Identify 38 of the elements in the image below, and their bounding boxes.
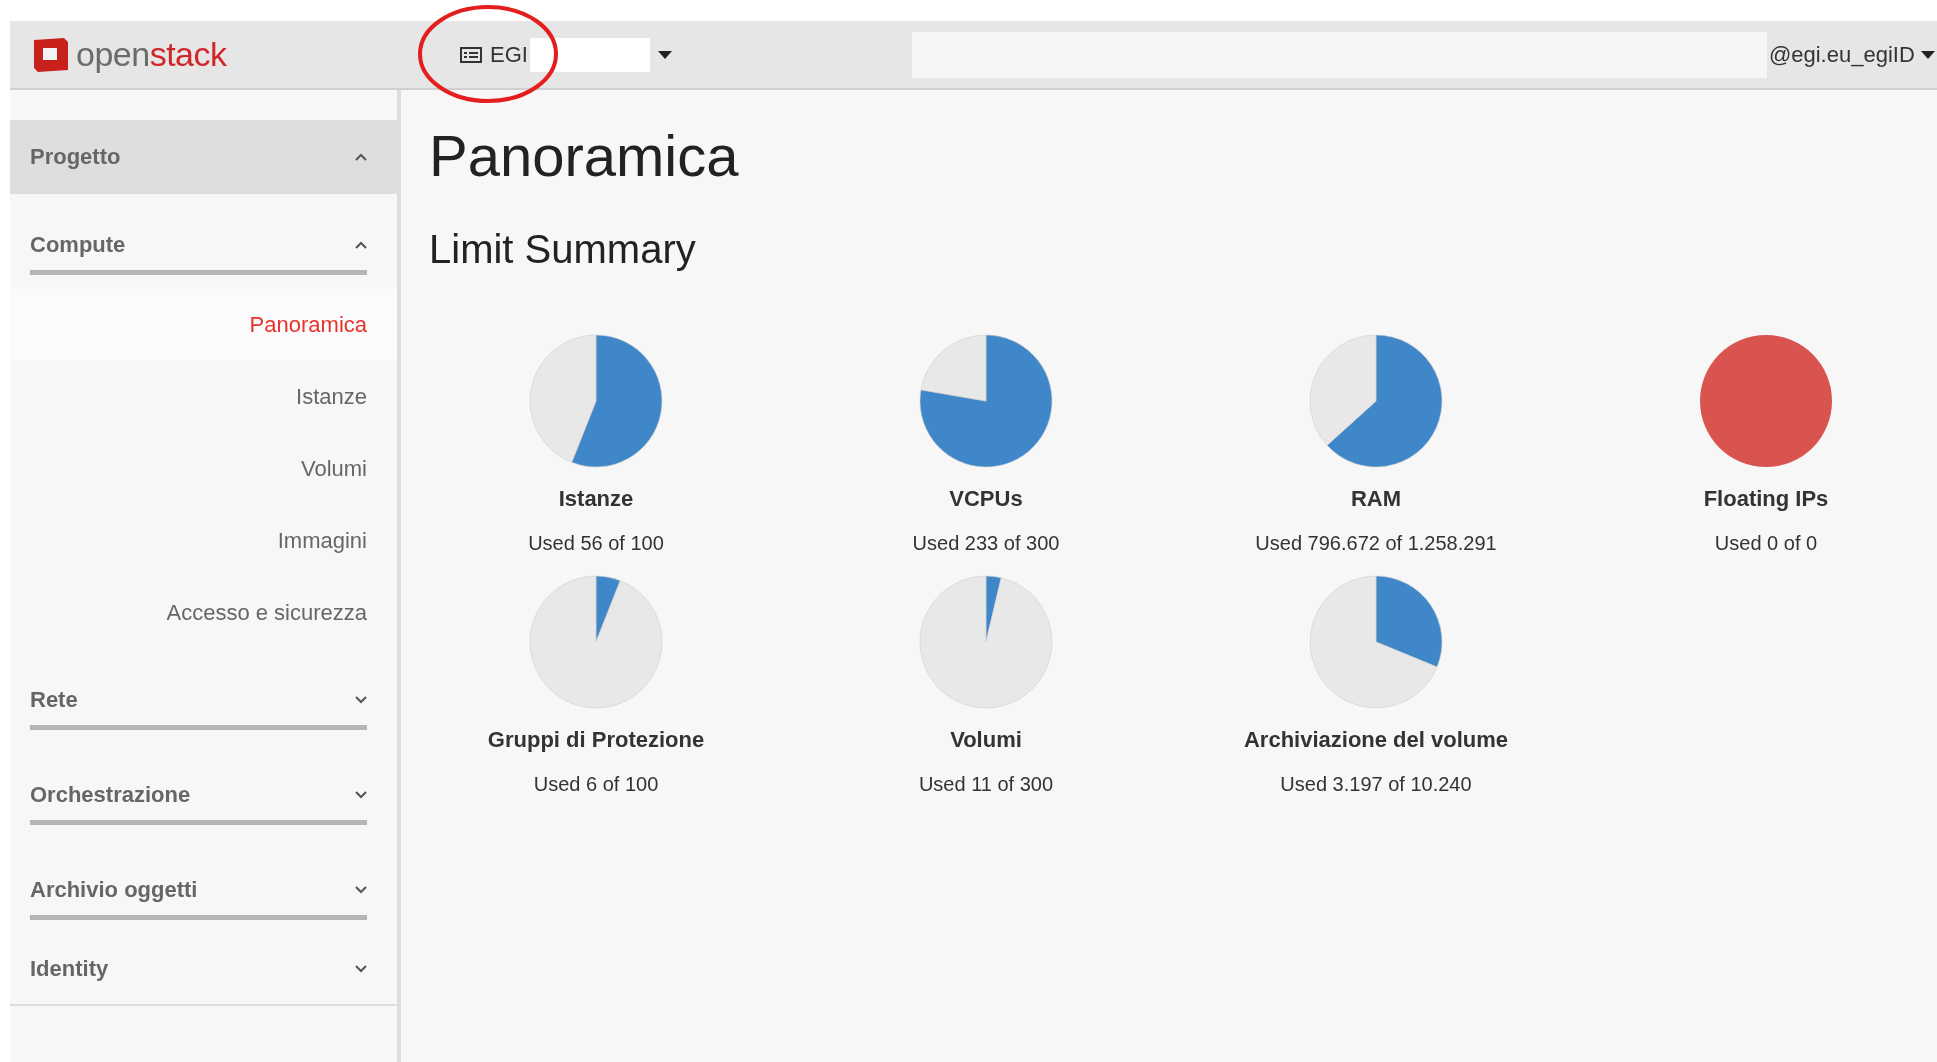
quota-name: Gruppi di Protezione: [487, 727, 705, 753]
sidebar-item[interactable]: Accesso e sicurezza: [10, 577, 397, 649]
quota-usage: Used 233 of 300: [912, 532, 1060, 555]
sidebar-group[interactable]: Rete: [30, 667, 367, 730]
caret-icon[interactable]: [657, 50, 672, 59]
sidebar-section[interactable]: Progetto: [10, 122, 397, 194]
chevron-down-icon: [355, 791, 367, 799]
sidebar-group[interactable]: Orchestrazione: [30, 762, 367, 825]
quota-name: Archiviazione del volume: [1243, 727, 1509, 753]
quota-name: RAM: [1350, 486, 1402, 512]
chevron-down-icon: [355, 886, 367, 894]
page-title: Panoramica: [429, 122, 740, 189]
chevron-up-icon: [355, 241, 367, 249]
quota-usage: Used 0 of 0: [1714, 532, 1818, 555]
quota-usage: Used 6 of 100: [533, 773, 659, 796]
quota-name: VCPUs: [949, 486, 1023, 512]
sidebar-group[interactable]: Archivio oggetti: [30, 857, 367, 920]
project-selector[interactable]: EGI: [460, 41, 528, 68]
sidebar-item[interactable]: Volumi: [10, 433, 397, 505]
chevron-up-icon: [355, 153, 367, 161]
quota-name: Volumi: [950, 727, 1022, 753]
quota-usage: Used 11 of 300: [918, 773, 1054, 796]
caret-icon[interactable]: [1920, 50, 1935, 59]
sidebar-group[interactable]: Compute: [30, 212, 367, 275]
list-icon: [460, 46, 482, 63]
quota-usage: Used 796.672 of 1.258.291: [1255, 532, 1497, 555]
sidebar-item[interactable]: Istanze: [10, 361, 397, 433]
chevron-down-icon: [355, 965, 367, 973]
user-menu[interactable]: @egi.eu_egiID: [1766, 41, 1921, 68]
chevron-down-icon: [355, 696, 367, 704]
section-heading: Limit Summary: [429, 227, 697, 272]
openstack-logo-text[interactable]: openstack: [76, 35, 227, 74]
sidebar-item[interactable]: Immagini: [10, 505, 397, 577]
quota-usage: Used 3.197 of 10.240: [1280, 773, 1472, 796]
quota-name: Istanze: [558, 486, 634, 512]
quota-name: Floating IPs: [1703, 486, 1829, 512]
sidebar-item[interactable]: Panoramica: [10, 289, 397, 361]
quota-usage: Used 56 of 100: [528, 532, 664, 555]
